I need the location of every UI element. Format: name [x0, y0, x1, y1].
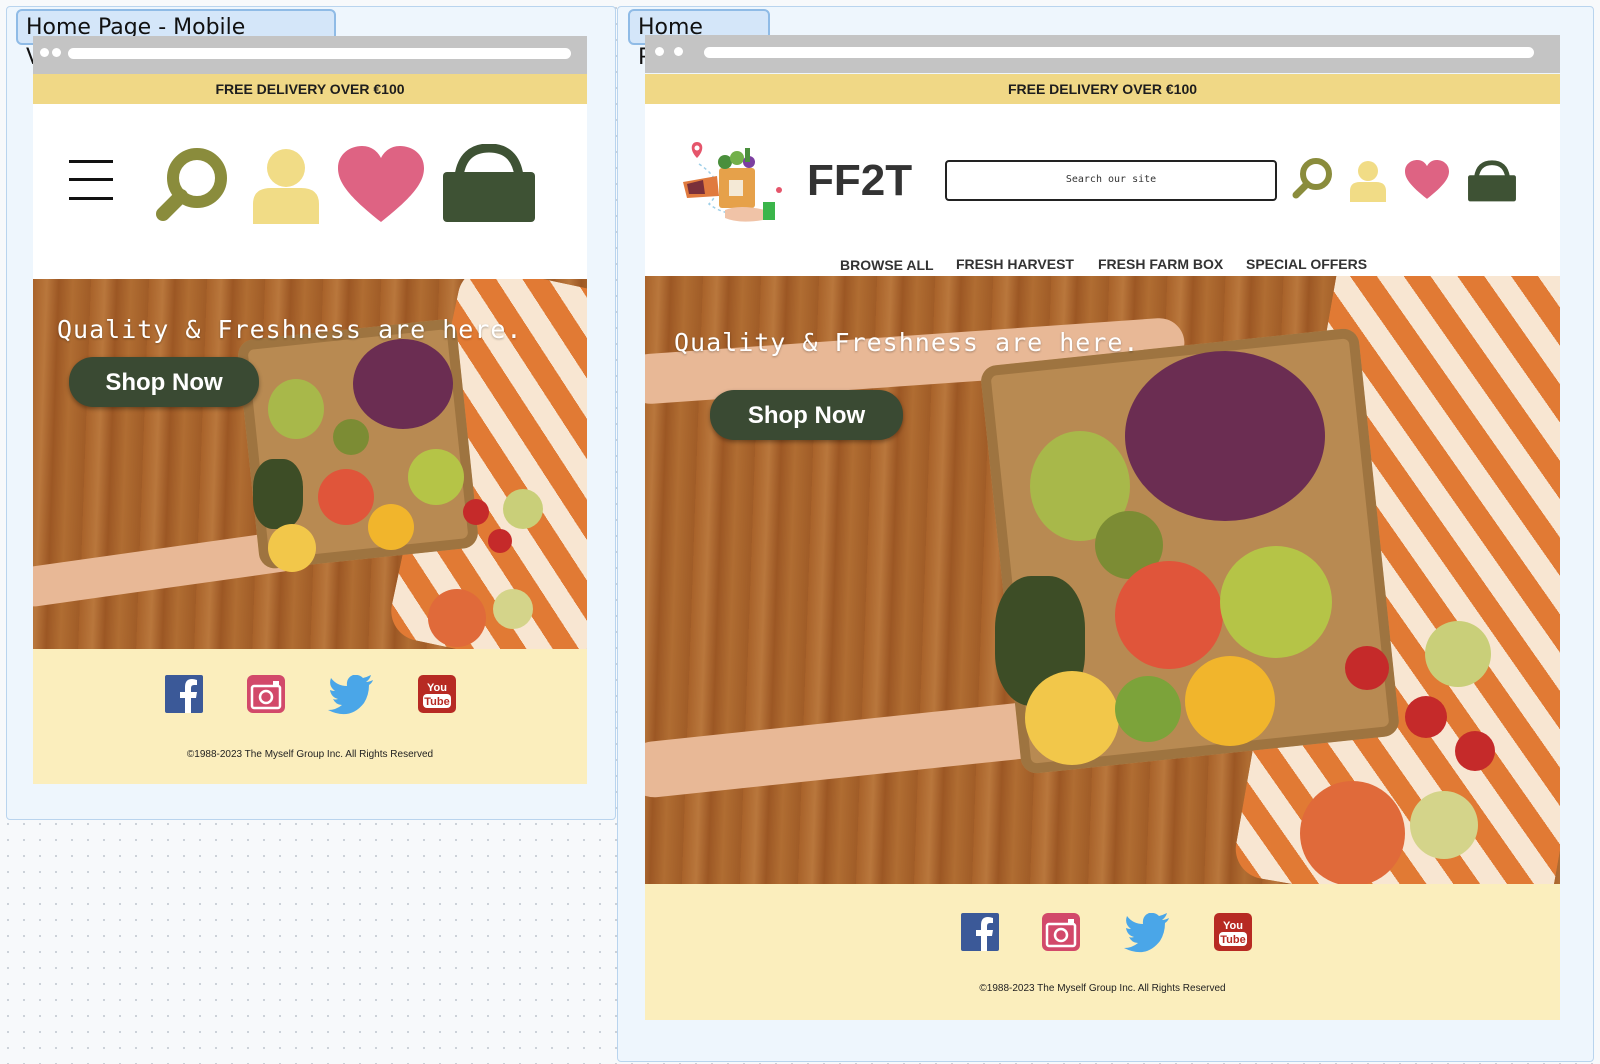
hero-green-apple	[408, 449, 464, 505]
mobile-footer: You Tube ©1988-2023 The Myself Group Inc…	[33, 649, 587, 784]
hero-grapefruit	[1115, 561, 1223, 669]
hero-blood-orange	[1300, 781, 1405, 884]
copyright-text: ©1988-2023 The Myself Group Inc. All Rig…	[186, 749, 434, 760]
desktop-hero-image: Quality & Freshness are here. Shop Now	[645, 276, 1560, 884]
window-dot	[674, 47, 683, 56]
desktop-promo-banner: FREE DELIVERY OVER €100	[645, 74, 1560, 104]
shop-now-button[interactable]: Shop Now	[710, 390, 903, 440]
hero-avocado	[253, 459, 303, 529]
instagram-icon[interactable]	[1042, 913, 1080, 951]
address-bar[interactable]	[68, 48, 571, 59]
hero-cabbage	[353, 339, 453, 429]
hero-tomato	[488, 529, 512, 553]
svg-text:Tube: Tube	[1220, 934, 1245, 946]
copyright-text: ©1988-2023 The Myself Group Inc. All Rig…	[979, 983, 1226, 994]
hero-lime	[1115, 676, 1181, 742]
hero-tomato	[1405, 696, 1447, 738]
desktop-browser-bar	[645, 35, 1560, 73]
hero-lime	[1410, 791, 1478, 859]
mobile-header	[33, 104, 587, 279]
hero-grapefruit	[318, 469, 374, 525]
hero-tomato	[463, 499, 489, 525]
hero-orange	[1185, 656, 1275, 746]
brand-name[interactable]: FF2T	[807, 156, 912, 206]
menu-icon[interactable]	[69, 160, 113, 200]
hero-cabbage	[1125, 351, 1325, 521]
hero-lime	[503, 489, 543, 529]
hero-lime	[1425, 621, 1491, 687]
svg-text:You: You	[1223, 920, 1243, 932]
address-bar[interactable]	[704, 47, 1534, 58]
user-icon[interactable]	[1349, 160, 1387, 202]
twitter-icon[interactable]	[1124, 913, 1170, 953]
search-input[interactable]: Search our site	[945, 160, 1277, 201]
mobile-promo-banner: FREE DELIVERY OVER €100	[33, 74, 587, 104]
hero-tomato	[1345, 646, 1389, 690]
window-dot	[40, 48, 49, 57]
svg-text:Tube: Tube	[424, 696, 449, 708]
window-dot	[52, 48, 61, 57]
heart-icon[interactable]	[1405, 160, 1449, 200]
mobile-hero-image: Quality & Freshness are here. Shop Now	[33, 279, 587, 649]
search-icon[interactable]	[1290, 156, 1334, 200]
desktop-footer: You Tube ©1988-2023 The Myself Group Inc…	[645, 884, 1560, 1020]
hero-title: Quality & Freshness are here.	[57, 315, 523, 344]
facebook-icon[interactable]	[961, 913, 999, 951]
hero-apple	[268, 379, 324, 439]
bag-icon[interactable]	[1467, 160, 1517, 202]
instagram-icon[interactable]	[247, 675, 285, 713]
hero-kiwi	[333, 419, 369, 455]
desktop-header: FF2T Search our site BROWSE ALL FRESH HA…	[645, 104, 1560, 276]
hero-orange	[368, 504, 414, 550]
twitter-icon[interactable]	[328, 675, 374, 715]
hero-lemon	[1025, 671, 1119, 765]
bag-icon[interactable]	[441, 144, 537, 222]
shop-now-button[interactable]: Shop Now	[69, 357, 259, 407]
heart-icon[interactable]	[338, 146, 424, 224]
hero-lemon	[268, 524, 316, 572]
hero-tomato	[1455, 731, 1495, 771]
hero-title: Quality & Freshness are here.	[674, 328, 1140, 357]
hero-lime	[493, 589, 533, 629]
user-icon[interactable]	[251, 148, 321, 224]
mobile-browser-bar	[33, 36, 587, 74]
youtube-icon[interactable]: You Tube	[418, 675, 456, 713]
svg-text:You: You	[427, 682, 447, 694]
hero-green-apple	[1220, 546, 1332, 658]
facebook-icon[interactable]	[165, 675, 203, 713]
search-icon[interactable]	[153, 146, 231, 224]
nav-special-offers[interactable]: SPECIAL OFFERS	[1246, 256, 1367, 272]
window-dot	[655, 47, 664, 56]
nav-fresh-harvest[interactable]: FRESH HARVEST	[956, 256, 1074, 272]
nav-browse-all[interactable]: BROWSE ALL	[840, 257, 934, 273]
youtube-icon[interactable]: You Tube	[1214, 913, 1252, 951]
hero-blood-orange	[428, 589, 486, 647]
nav-fresh-farm-box[interactable]: FRESH FARM BOX	[1098, 256, 1223, 272]
logo-icon	[683, 142, 782, 222]
